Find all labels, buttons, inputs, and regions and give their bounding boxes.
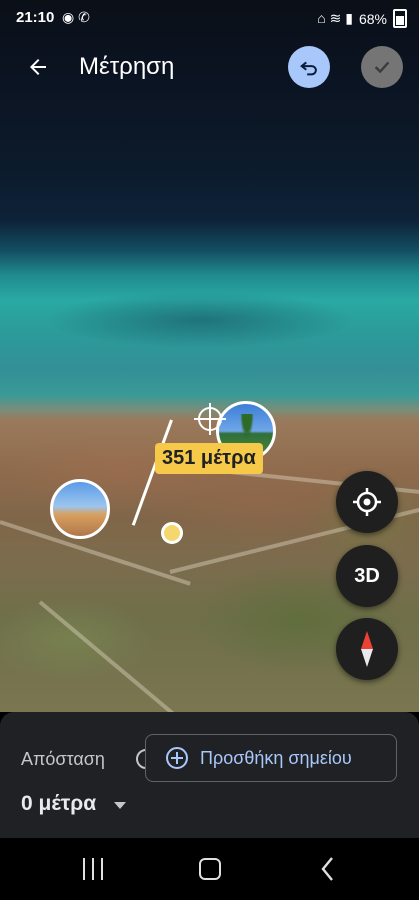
status-time: 21:10 (16, 9, 55, 26)
battery-icon (393, 9, 407, 28)
page-title: Μέτρηση (79, 53, 175, 80)
battery-percent: 68% (358, 10, 387, 27)
gps-icon (353, 488, 381, 516)
place-photo-thumbnail[interactable] (50, 479, 110, 539)
recents-button[interactable] (83, 858, 103, 880)
undo-button[interactable] (288, 46, 330, 88)
add-point-button[interactable]: Προσθήκη σημείου (145, 734, 397, 782)
messenger-call-icons: ◉ ✆ (62, 9, 90, 25)
system-nav-bar (0, 838, 419, 900)
status-bar: 21:10 ◉ ✆ ⌂ ≋ ▮ 68% (0, 0, 419, 34)
nav-back-icon[interactable] (320, 856, 336, 882)
add-circle-icon (166, 747, 188, 769)
done-button[interactable] (361, 46, 403, 88)
compass-button[interactable] (336, 618, 398, 680)
chevron-down-icon[interactable] (114, 802, 126, 809)
compass-icon (361, 631, 373, 667)
measurement-point[interactable] (161, 522, 183, 544)
distance-value[interactable]: 0 μέτρα (21, 792, 96, 816)
3d-toggle-button[interactable]: 3D (336, 545, 398, 607)
add-point-label: Προσθήκη σημείου (200, 747, 352, 768)
check-icon (374, 61, 390, 74)
crosshair-pin-icon (194, 403, 226, 435)
signal-icons: ⌂ ≋ ▮ (317, 10, 353, 26)
back-button[interactable] (20, 49, 56, 85)
arrow-back-icon (30, 59, 46, 75)
home-button[interactable] (199, 858, 221, 880)
measurement-distance-label: 351 μέτρα (155, 443, 263, 474)
undo-icon (300, 61, 317, 76)
top-bar: Μέτρηση (0, 40, 419, 96)
measure-panel: Απόσταση Προσθήκη σημείου 0 μέτρα (0, 712, 419, 838)
my-location-button[interactable] (336, 471, 398, 533)
distance-caption: Απόσταση (21, 749, 105, 769)
